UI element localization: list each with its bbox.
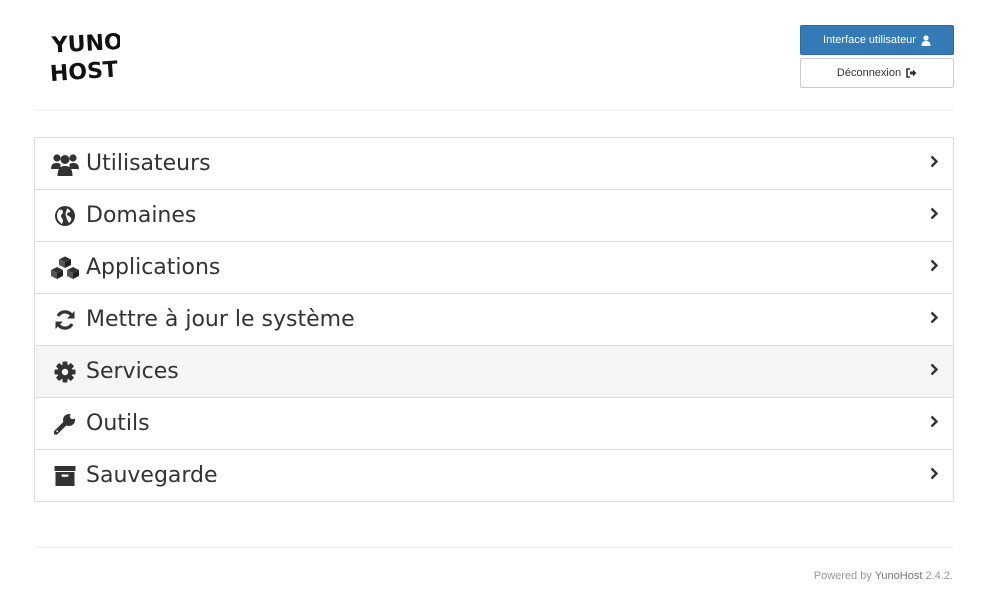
yunohost-logo[interactable]: YUNO HOST [50,27,120,87]
menu-item-label: Sauvegarde [86,463,218,488]
footer-divider [34,547,954,548]
chevron-right-icon [930,207,939,225]
user-icon [921,34,931,46]
menu-item-system-update[interactable]: Mettre à jour le système [35,293,953,345]
footer-prefix: Powered by [813,570,872,582]
users-icon [49,150,81,178]
chevron-right-icon [930,363,939,381]
menu-item-label: Applications [86,255,221,280]
user-interface-label: Interface utilisateur [823,34,916,46]
logout-button[interactable]: Déconnexion [800,58,954,88]
chevron-right-icon [930,415,939,433]
sign-out-icon [906,68,917,78]
chevron-right-icon [930,311,939,329]
menu-item-applications[interactable]: Applications [35,241,953,293]
wrench-icon [49,410,81,438]
footer: Powered by YunoHost 2.4.2. [814,570,953,582]
menu-item-domains[interactable]: Domaines [35,189,953,241]
cubes-icon [49,254,81,282]
logo-line2: HOST [50,57,119,87]
menu-item-label: Services [86,359,179,384]
menu-item-tools[interactable]: Outils [35,397,953,449]
menu-item-label: Utilisateurs [86,151,211,176]
footer-version: 2.4.2. [925,570,953,582]
menu-item-services[interactable]: Services [35,345,953,397]
gear-icon [49,358,81,386]
menu-item-backup[interactable]: Sauvegarde [35,449,953,501]
user-interface-button[interactable]: Interface utilisateur [800,25,954,55]
menu-item-label: Outils [86,411,150,436]
menu-item-label: Domaines [86,203,197,228]
refresh-icon [49,306,81,334]
logout-label: Déconnexion [836,67,902,79]
chevron-right-icon [930,259,939,277]
menu-item-users[interactable]: Utilisateurs [35,138,953,189]
globe-icon [49,202,81,230]
chevron-right-icon [930,467,939,485]
main-menu: Utilisateurs Domaines Applications Mettr… [34,137,954,502]
footer-brand-link[interactable]: YunoHost [875,570,923,582]
menu-item-label: Mettre à jour le système [86,307,355,332]
chevron-right-icon [930,155,939,173]
logo-line1: YUNO [50,30,120,59]
archive-icon [49,462,81,490]
header-divider [34,110,954,111]
